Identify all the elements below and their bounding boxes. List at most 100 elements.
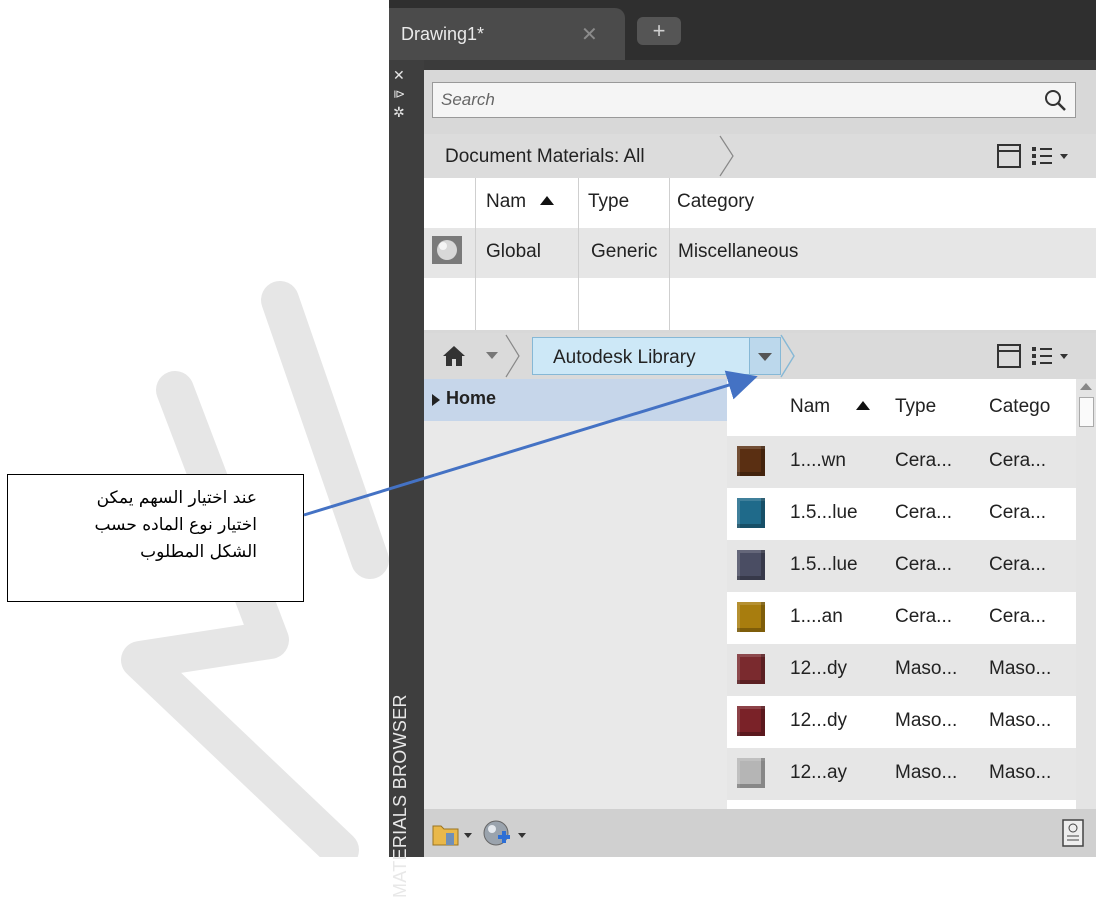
column-header-name[interactable]: Nam [486, 178, 526, 228]
material-swatch-icon [737, 498, 765, 528]
material-category: Maso... [989, 762, 1052, 783]
callout-line: الشكل المطلوب [140, 542, 257, 562]
tab-title: Drawing1* [401, 24, 485, 44]
material-type: Cera... [895, 554, 953, 575]
view-options-icon[interactable] [990, 143, 1090, 169]
table-header: Nam Type Catego [727, 379, 1076, 436]
tab-drawing1[interactable]: Drawing1* ✕ [389, 8, 625, 60]
tree-item-home[interactable]: Home [424, 379, 727, 421]
list-item[interactable]: 12...dy Maso... Maso... [727, 696, 1076, 748]
library-tree: Home [424, 379, 727, 809]
material-type: Maso... [895, 710, 958, 731]
palette-title: MATERIALS BROWSER [390, 694, 410, 898]
auto-hide-icon[interactable]: ⧐ [393, 87, 405, 101]
library-material-list: Nam Type Catego 1....wn Cera... Cera... 1.5… [727, 379, 1096, 809]
chevron-down-icon[interactable] [486, 352, 498, 360]
library-label: Autodesk Library [553, 347, 696, 368]
material-category: Miscellaneous [678, 241, 799, 262]
tree-item-label: Home [446, 388, 497, 408]
material-swatch-icon [737, 550, 765, 580]
bottom-toolbar [424, 809, 1096, 857]
column-header-type[interactable]: Type [588, 178, 629, 228]
scrollbar-thumb[interactable] [1079, 397, 1094, 427]
column-divider [475, 178, 476, 330]
list-item[interactable]: 1....wn Cera... Cera... [727, 436, 1076, 488]
material-name: Global [486, 241, 541, 262]
table-row[interactable]: Global Generic Miscellaneous [424, 228, 1096, 278]
search-placeholder: Search [441, 90, 495, 109]
material-type: Cera... [895, 502, 953, 523]
list-item[interactable]: 1....an Cera... Cera... [727, 592, 1076, 644]
document-materials-header: Document Materials: All [424, 134, 1096, 178]
material-editor-icon[interactable] [1062, 819, 1084, 847]
manage-library-icon[interactable] [432, 821, 474, 847]
material-name: 12...dy [790, 710, 848, 731]
material-swatch-icon [737, 602, 765, 632]
material-name: 1....an [790, 606, 843, 627]
material-category: Cera... [989, 554, 1047, 575]
material-type: Maso... [895, 658, 958, 679]
material-category: Cera... [989, 502, 1047, 523]
properties-icon[interactable]: ✲ [393, 105, 405, 119]
new-tab-button[interactable]: + [637, 17, 681, 45]
material-category: Maso... [989, 710, 1052, 731]
column-divider [669, 178, 670, 330]
materials-browser-window: Drawing1* ✕ + ✕ ⧐ ✲ MATERIALS BROWSER Se… [389, 0, 1096, 898]
document-tab-bar: Drawing1* ✕ + [389, 0, 1096, 60]
material-swatch-icon [737, 446, 765, 476]
material-name: 12...ay [790, 762, 848, 783]
callout-line: اختيار نوع الماده حسب [94, 515, 257, 535]
breadcrumb-separator-icon [719, 135, 734, 177]
material-type: Cera... [895, 606, 953, 627]
callout-line: عند اختيار السهم يمكن [96, 488, 257, 508]
breadcrumb-separator-icon [505, 334, 520, 378]
list-item[interactable]: 1.5...lue Cera... Cera... [727, 540, 1076, 592]
expand-icon[interactable] [432, 394, 440, 406]
autodesk-library-button[interactable]: Autodesk Library [532, 337, 760, 375]
create-material-icon[interactable] [482, 819, 530, 849]
material-type: Maso... [895, 762, 958, 783]
material-name: 1....wn [790, 450, 846, 471]
material-type: Generic [591, 241, 658, 262]
scroll-up-icon[interactable] [1080, 383, 1092, 391]
column-header-category[interactable]: Category [677, 178, 754, 228]
search-input[interactable]: Search [432, 82, 1076, 118]
sort-ascending-icon [856, 401, 870, 410]
materials-panel: Search Document Materials: All Nam Type … [424, 70, 1096, 857]
library-dropdown-button[interactable] [749, 337, 781, 375]
sort-ascending-icon [540, 196, 554, 205]
material-name: 1.5...lue [790, 554, 858, 575]
column-header-type[interactable]: Type [895, 379, 936, 436]
material-category: Cera... [989, 450, 1047, 471]
list-item[interactable]: 1i...rvCera...Cera... [727, 800, 1076, 809]
search-icon[interactable] [1043, 88, 1067, 112]
material-category: Maso... [989, 658, 1052, 679]
home-icon[interactable] [442, 345, 466, 367]
table-row-empty [424, 278, 1096, 330]
palette-side-strip: ✕ ⧐ ✲ MATERIALS BROWSER [389, 60, 424, 898]
annotation-callout: عند اختيار السهم يمكن اختيار نوع الماده … [7, 474, 304, 602]
material-name: 12...dy [790, 658, 848, 679]
close-icon[interactable]: ✕ [393, 68, 405, 82]
column-header-name[interactable]: Nam [790, 379, 830, 436]
material-sphere-icon [432, 236, 462, 264]
view-options-icon[interactable] [990, 343, 1090, 369]
document-materials-filter[interactable]: Document Materials: All [445, 146, 645, 168]
table-header: Nam Type Category [424, 178, 1096, 228]
material-type: Cera... [895, 450, 953, 471]
material-swatch-icon [737, 654, 765, 684]
material-category: Cera... [989, 606, 1047, 627]
material-swatch-icon [737, 706, 765, 736]
breadcrumb-separator-icon [780, 334, 795, 378]
column-header-category[interactable]: Catego [989, 379, 1050, 436]
vertical-scrollbar[interactable] [1076, 379, 1096, 809]
close-icon[interactable]: ✕ [581, 22, 598, 47]
document-materials-table: Nam Type Category Global Generic Miscell… [424, 178, 1096, 330]
material-swatch-icon [737, 758, 765, 788]
material-name: 1.5...lue [790, 502, 858, 523]
list-item[interactable]: 12...ay Maso... Maso... [727, 748, 1076, 800]
column-divider [578, 178, 579, 330]
list-item[interactable]: 12...dy Maso... Maso... [727, 644, 1076, 696]
list-item[interactable]: 1.5...lue Cera... Cera... [727, 488, 1076, 540]
library-breadcrumb-bar: Autodesk Library [424, 333, 1096, 379]
